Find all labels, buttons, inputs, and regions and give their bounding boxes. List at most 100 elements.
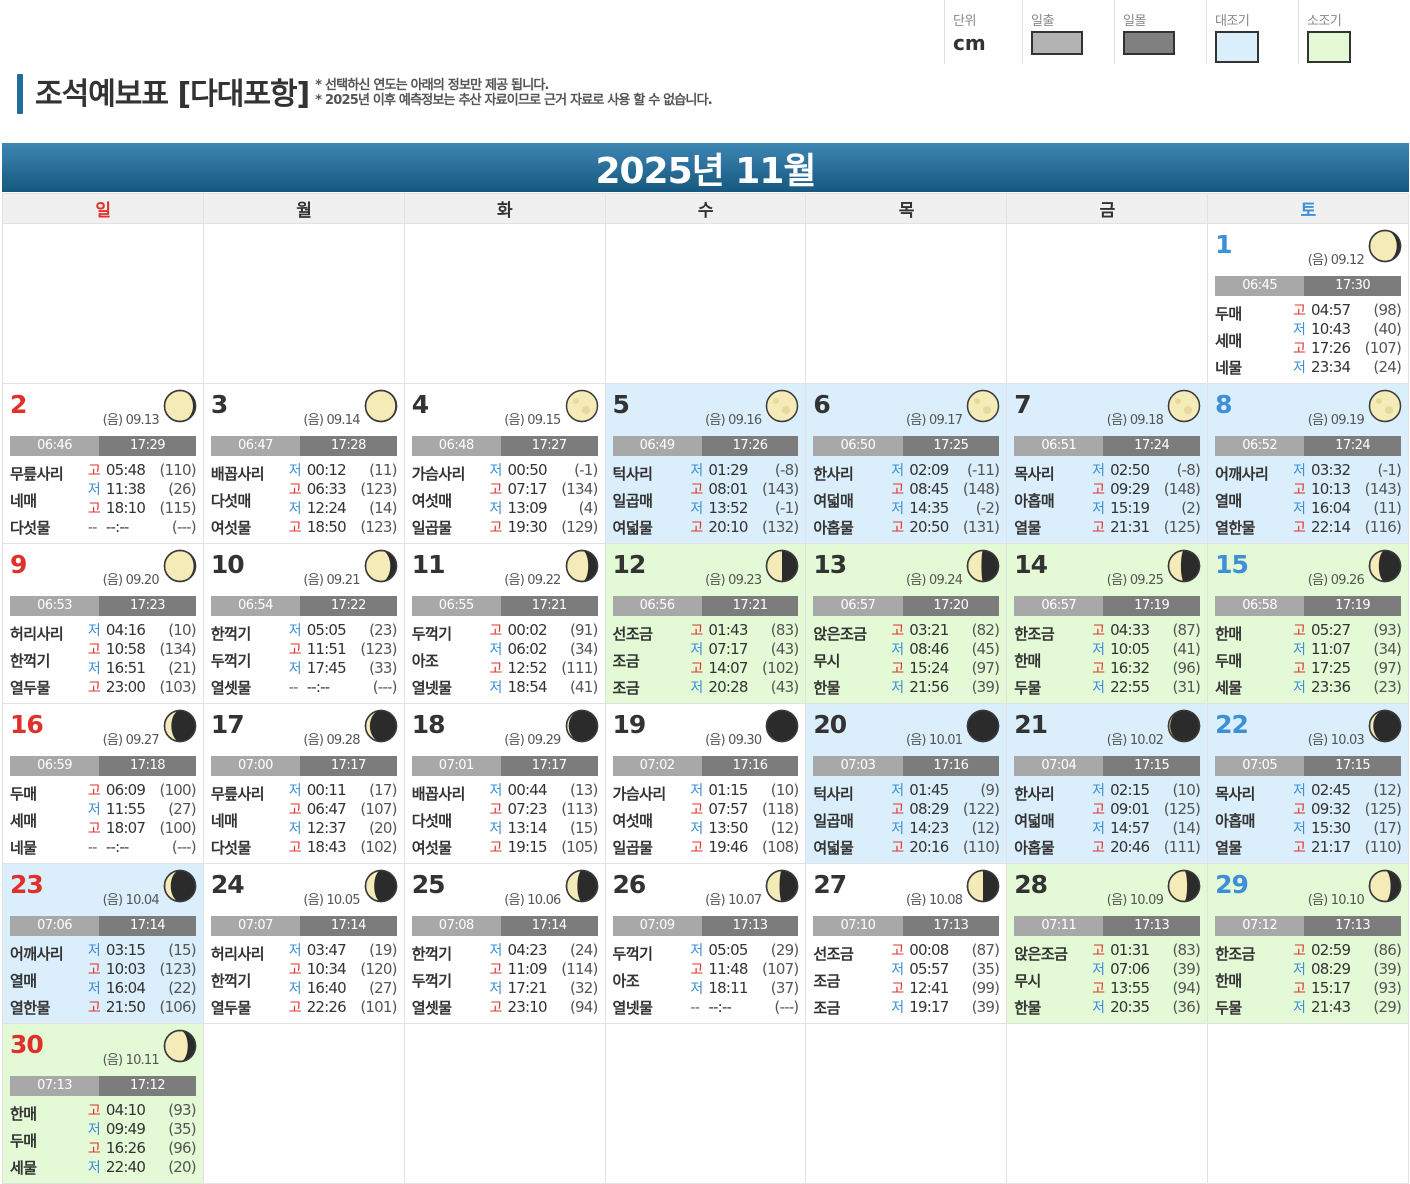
day-cell[interactable]: 14 (음) 09.25 06:57 17:19 한조금 한매 두물 고 04:33 (87) 저 1… <box>1006 543 1209 704</box>
lunar-date: (음) 10.09 <box>1106 893 1164 908</box>
lunar-date: (음) 09.21 <box>303 573 360 588</box>
tide-kind: 저 <box>489 501 503 517</box>
tide-phase-names: 두매 세매 네물 <box>10 783 90 863</box>
sun-times: 07:09 17:13 <box>612 916 799 936</box>
tide-time: --:-- <box>105 838 130 856</box>
tide-level: (87) <box>971 941 1000 959</box>
tide-phase-name: 열물 <box>1215 839 1242 857</box>
tide-level: (45) <box>971 640 1000 658</box>
day-cell[interactable]: 4 (음) 09.15 06:48 17:27 가슴사리 여섯매 일곱물 저 00:50 (-1)… <box>403 383 606 544</box>
tide-time: 06:09 <box>105 781 146 799</box>
sun-times: 06:48 17:27 <box>411 436 598 456</box>
tide-phase-name: 열매 <box>1215 492 1242 510</box>
sun-times: 07:03 17:16 <box>813 756 1000 776</box>
day-cell[interactable]: 1 (음) 09.12 06:45 17:30 두매 세매 네물 고 04:57 (98) 저 10:… <box>1207 223 1409 384</box>
day-cell[interactable]: 22 (음) 10.03 07:05 17:15 목사리 아홉매 열물 저 02:45 (12) 고… <box>1207 703 1409 864</box>
day-cell[interactable]: 7 (음) 09.18 06:51 17:24 목사리 아홉매 열물 저 02:50 (-8) 고 0… <box>1006 383 1209 544</box>
tide-phase-name: 다섯물 <box>210 839 251 857</box>
day-number: 14 <box>1014 550 1048 579</box>
tide-list: 저 02:50 (-8) 고 09:29 (148) 저 15:19 (2) 고 21:31 (125… <box>1092 461 1202 537</box>
day-cell[interactable]: 15 (음) 09.26 06:58 17:19 한매 두매 세물 고 05:27 (93) 저 11… <box>1207 543 1409 704</box>
tide-kind: 고 <box>87 821 101 837</box>
tide-kind: 저 <box>690 680 703 696</box>
tide-level: (102) <box>762 659 799 677</box>
sunset-time: 17:22 <box>300 596 397 616</box>
day-cell[interactable]: 13 (음) 09.24 06:57 17:20 앉은조금 무시 한물 고 03:21 (82) 저… <box>805 543 1008 704</box>
day-cell[interactable]: 2 (음) 09.13 06:46 17:29 무릎사리 네매 다섯물 고 05:48 (110)… <box>2 383 204 544</box>
sun-times: 07:13 17:12 <box>10 1076 196 1096</box>
tide-kind: 저 <box>288 501 302 517</box>
day-cell[interactable]: 9 (음) 09.20 06:53 17:23 허리사리 한꺽기 열두물 저 04:16 (10)… <box>2 543 204 704</box>
tide-kind: 저 <box>87 1122 101 1138</box>
sun-times: 06:46 17:29 <box>10 436 196 456</box>
tide-kind: 고 <box>891 661 904 677</box>
tide-kind: 고 <box>1092 482 1105 498</box>
tide-phase-name: 조금 <box>612 652 640 670</box>
tide-time: 03:21 <box>909 621 949 639</box>
day-cell[interactable]: 29 (음) 10.10 07:12 17:13 한조금 한매 두물 고 02:59 (86) 저 0… <box>1207 863 1409 1024</box>
day-cell[interactable]: 5 (음) 09.16 06:49 17:26 턱사리 일곱매 여덟물 저 01:29 (-8) 고… <box>604 383 807 544</box>
day-cell[interactable]: 19 (음) 09.30 07:02 17:16 가슴사리 여섯매 일곱물 저 01:15 (10… <box>604 703 807 864</box>
day-cell[interactable]: 8 (음) 09.19 06:52 17:24 어깨사리 열매 열한물 저 03:32 (-1) 고… <box>1207 383 1409 544</box>
tide-level: (107) <box>360 800 397 818</box>
tide-row: 고 13:55 (94) <box>1092 979 1202 998</box>
day-cell[interactable]: 6 (음) 09.17 06:50 17:25 한사리 여덟매 아홉물 저 02:09 (-11)… <box>805 383 1008 544</box>
day-cell[interactable]: 17 (음) 09.28 07:00 17:17 무릎사리 네매 다섯물 저 00:11 (17)… <box>202 703 405 864</box>
tide-row: 고 07:17 (134) <box>490 480 600 499</box>
day-cell[interactable]: 12 (음) 09.23 06:56 17:21 선조금 조금 조금 고 01:43 (83) 저 0… <box>604 543 807 704</box>
tide-level: (39) <box>1172 960 1201 978</box>
legend-big-tide-label: 대조기 <box>1215 14 1250 29</box>
moon-phase-icon <box>1368 709 1402 743</box>
tide-row: 저 06:02 (34) <box>490 640 600 659</box>
tide-row: 저 14:23 (12) <box>891 819 1001 838</box>
day-cell[interactable]: 23 (음) 10.04 07:06 17:14 어깨사리 열매 열한물 저 03:15 (15)… <box>2 863 204 1024</box>
day-cell[interactable]: 16 (음) 09.27 06:59 17:18 두매 세매 네물 고 06:09 (100) 저 1… <box>2 703 204 864</box>
day-cell[interactable]: 20 (음) 10.01 07:03 17:16 턱사리 일곱매 여덟물 저 01:45 (9) 고… <box>805 703 1008 864</box>
day-cell[interactable]: 11 (음) 09.22 06:55 17:21 두꺽기 아조 열넷물 고 00:02 (91) 저… <box>403 543 606 704</box>
tide-row: 저 14:57 (14) <box>1092 819 1202 838</box>
tide-kind: 고 <box>690 661 703 677</box>
tide-time: 07:06 <box>1110 960 1150 978</box>
day-cell[interactable]: 26 (음) 10.07 07:09 17:13 두꺽기 아조 열넷물 저 05:05 (29) 고… <box>604 863 807 1024</box>
tide-kind: -- <box>87 520 98 536</box>
tide-phase-names: 턱사리 일곱매 여덟물 <box>813 783 893 863</box>
legend-unit: 단위 cm <box>944 0 1022 64</box>
tide-phase-names: 앉은조금 무시 한물 <box>1014 943 1094 1023</box>
day-number: 19 <box>612 710 647 739</box>
day-cell[interactable]: 21 (음) 10.02 07:04 17:15 한사리 여덟매 아홉물 저 02:15 (10)… <box>1006 703 1209 864</box>
day-cell[interactable]: 3 (음) 09.14 06:47 17:28 배꼽사리 다섯매 여섯물 저 00:12 (11)… <box>202 383 405 544</box>
day-cell[interactable]: 30 (음) 10.11 07:13 17:12 한매 두매 세물 고 04:10 (93) 저 09… <box>2 1023 204 1184</box>
tide-phase-names: 한꺽기 두꺽기 열셋물 <box>412 943 492 1023</box>
tide-list: 고 06:09 (100) 저 11:55 (27) 고 18:07 (100) -- --:--(… <box>88 781 198 857</box>
tide-phase-name: 무시 <box>813 652 840 670</box>
tide-kind: 고 <box>489 802 503 818</box>
tide-time: 22:26 <box>306 998 347 1016</box>
tide-row: 저 13:52 (-1) <box>690 499 800 518</box>
day-cell[interactable]: 18 (음) 09.29 07:01 17:17 배꼽사리 다섯매 여섯물 저 00:44 (13… <box>403 703 606 864</box>
tide-level: (83) <box>770 621 799 639</box>
tide-kind: 저 <box>87 623 101 639</box>
tide-phase-name: 일곱매 <box>813 812 854 830</box>
legend-sunset-label: 일몰 <box>1123 14 1146 29</box>
tide-row: 고 21:17 (110) <box>1293 838 1403 857</box>
moon-phase-icon <box>163 549 197 583</box>
tide-row: 고 20:46 (111) <box>1092 838 1202 857</box>
day-cell[interactable]: 28 (음) 10.09 07:11 17:13 앉은조금 무시 한물 고 01:31 (83) 저… <box>1006 863 1209 1024</box>
tide-level: (96) <box>168 1139 196 1157</box>
tide-phase-name: 일곱물 <box>411 519 452 537</box>
day-cell[interactable]: 24 (음) 10.05 07:07 17:14 허리사리 한꺽기 열두물 저 03:47 (19… <box>202 863 405 1024</box>
moon-phase-icon <box>1368 229 1402 263</box>
day-cell[interactable]: 25 (음) 10.06 07:08 17:14 한꺽기 두꺽기 열셋물 저 04:23 (24)… <box>403 863 606 1024</box>
tide-time: 08:29 <box>1311 960 1351 978</box>
tide-row: 고 10:34 (120) <box>289 960 399 979</box>
day-cell[interactable]: 10 (음) 09.21 06:54 17:22 한꺽기 두꺽기 열셋물 저 05:05 (23)… <box>202 543 405 704</box>
lunar-date: (음) 09.23 <box>705 573 762 588</box>
tide-phase-names: 목사리 아홉매 열물 <box>1014 463 1094 543</box>
tide-kind: 고 <box>690 802 703 818</box>
legend-big-tide-swatch <box>1215 31 1259 63</box>
legend-sunset: 일몰 <box>1114 0 1206 64</box>
tide-kind: 고 <box>891 943 904 959</box>
tide-kind: -- <box>690 1000 700 1016</box>
legend-sunrise-label: 일출 <box>1031 14 1054 29</box>
day-cell[interactable]: 27 (음) 10.08 07:10 17:13 선조금 조금 조금 고 00:08 (87) 저 0… <box>805 863 1008 1024</box>
